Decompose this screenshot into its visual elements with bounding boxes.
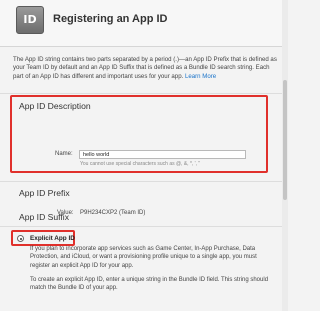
app-id-icon: ID <box>16 6 44 34</box>
learn-more-link[interactable]: Learn More <box>185 73 216 80</box>
radio-selected-dot <box>19 237 22 240</box>
explicit-app-id-label[interactable]: Explicit App ID <box>30 235 75 242</box>
section-divider <box>0 181 288 182</box>
header-divider <box>0 46 288 47</box>
prefix-heading: App ID Prefix <box>19 188 70 198</box>
suffix-heading: App ID Suffix <box>19 212 69 222</box>
name-hint: You cannot use special characters such a… <box>80 161 201 167</box>
name-input[interactable] <box>79 150 246 159</box>
section-divider <box>0 93 288 94</box>
page-header: ID Registering an App ID <box>0 0 288 46</box>
page-title: Registering an App ID <box>53 13 168 25</box>
description-heading: App ID Description <box>19 101 91 111</box>
explicit-app-id-instructions: To create an explicit App ID, enter a un… <box>30 277 269 292</box>
prefix-value: P9H234CXP2 (Team ID) <box>80 210 146 216</box>
explicit-app-id-radio[interactable] <box>17 235 24 242</box>
section-divider <box>0 226 288 227</box>
name-label: Name: <box>55 151 73 157</box>
scrollbar-thumb[interactable] <box>283 80 287 200</box>
intro-text: The App ID string contains two parts sep… <box>13 56 277 80</box>
scrollbar[interactable] <box>282 0 288 311</box>
explicit-app-id-description: If you plan to incorporate app services … <box>30 246 257 269</box>
intro-paragraph: The App ID string contains two parts sep… <box>13 56 279 81</box>
